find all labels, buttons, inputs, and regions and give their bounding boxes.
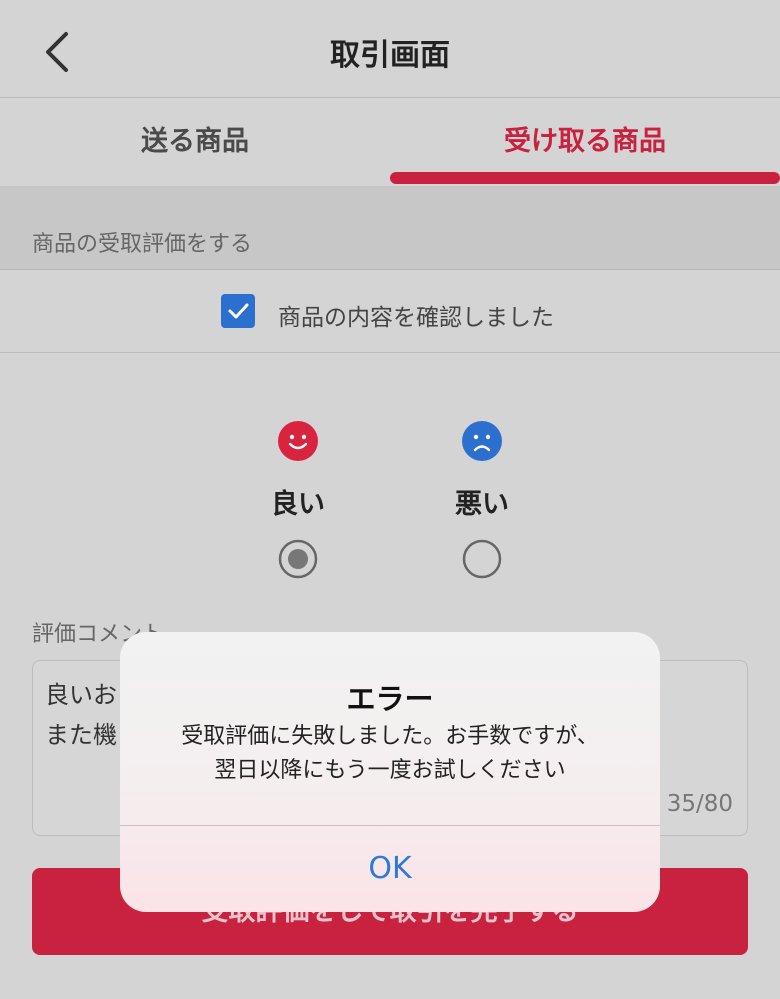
rating-bad-label: 悪い xyxy=(455,489,509,520)
confirm-label: 商品の内容を確認しました xyxy=(278,305,554,331)
tab-send-items[interactable]: 送る商品 xyxy=(0,98,390,186)
alert-message-line-2: 翌日以降にもう一度お試しください xyxy=(214,758,566,783)
rating-good-label: 良い xyxy=(271,489,325,520)
page-title: 取引画面 xyxy=(330,38,450,73)
alert-title: エラー xyxy=(346,682,434,716)
character-counter: 35/80 xyxy=(666,791,733,817)
confirm-checkbox[interactable] xyxy=(221,294,255,328)
rating-good-option[interactable]: 良い xyxy=(238,420,358,579)
section-header: 商品の受取評価をする xyxy=(0,186,780,270)
alert-message: 受取評価に失敗しました。お手数ですが、 翌日以降にもう一度お試しください xyxy=(140,720,640,788)
alert-ok-button[interactable]: OK xyxy=(120,826,660,912)
radio-bad-unselected[interactable] xyxy=(462,539,502,579)
nav-header: 取引画面 xyxy=(0,0,780,98)
radio-good-selected[interactable] xyxy=(278,539,318,579)
alert-message-line-1: 受取評価に失敗しました。お手数ですが、 xyxy=(181,724,599,749)
section-title: 商品の受取評価をする xyxy=(32,232,253,257)
checkmark-icon xyxy=(228,303,249,319)
smile-face-icon xyxy=(278,421,318,461)
error-alert-dialog: エラー 受取評価に失敗しました。お手数ですが、 翌日以降にもう一度お試しください… xyxy=(120,632,660,912)
sad-face-icon xyxy=(462,421,502,461)
confirm-row: 商品の内容を確認しました xyxy=(0,270,780,353)
active-tab-indicator xyxy=(390,172,780,184)
rating-bad-option[interactable]: 悪い xyxy=(422,420,542,579)
